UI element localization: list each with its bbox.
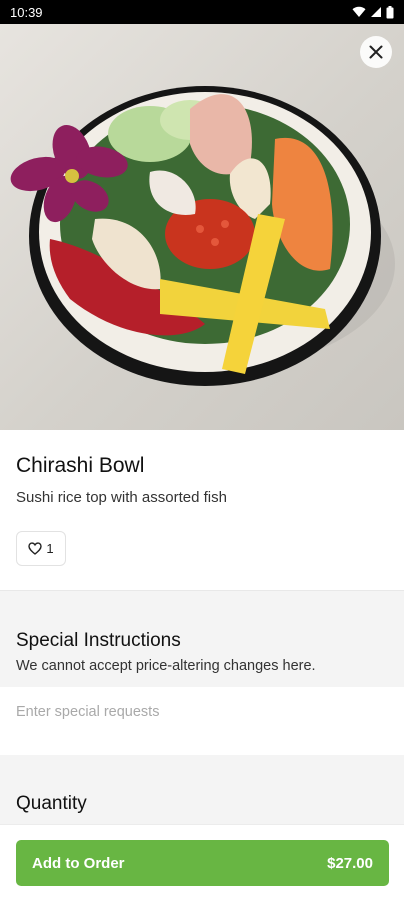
status-time: 10:39 <box>10 4 43 20</box>
close-icon <box>369 45 383 59</box>
favorite-button[interactable]: 1 <box>16 531 66 566</box>
special-instructions-title: Special Instructions <box>16 630 181 651</box>
item-description: Sushi rice top with assorted fish <box>16 489 227 506</box>
chirashi-bowl-photo <box>10 86 395 386</box>
close-button[interactable] <box>360 36 392 68</box>
add-to-order-button[interactable]: Add to Order $27.00 <box>16 840 389 886</box>
special-requests-input[interactable] <box>0 688 404 754</box>
battery-icon <box>386 5 394 18</box>
quantity-title: Quantity <box>16 793 87 814</box>
add-to-order-label: Add to Order <box>32 854 125 872</box>
heart-icon <box>28 542 43 555</box>
bottom-bar: Add to Order $27.00 <box>0 824 404 900</box>
special-instructions-subtitle: We cannot accept price-altering changes … <box>16 658 316 674</box>
status-icons <box>352 5 394 19</box>
favorite-count: 1 <box>46 541 54 556</box>
status-bar: 10:39 <box>0 0 404 24</box>
add-to-order-price: $27.00 <box>327 854 373 872</box>
signal-icon <box>371 7 381 17</box>
item-title: Chirashi Bowl <box>16 454 145 477</box>
item-photo <box>0 24 404 430</box>
wifi-icon <box>352 6 366 18</box>
